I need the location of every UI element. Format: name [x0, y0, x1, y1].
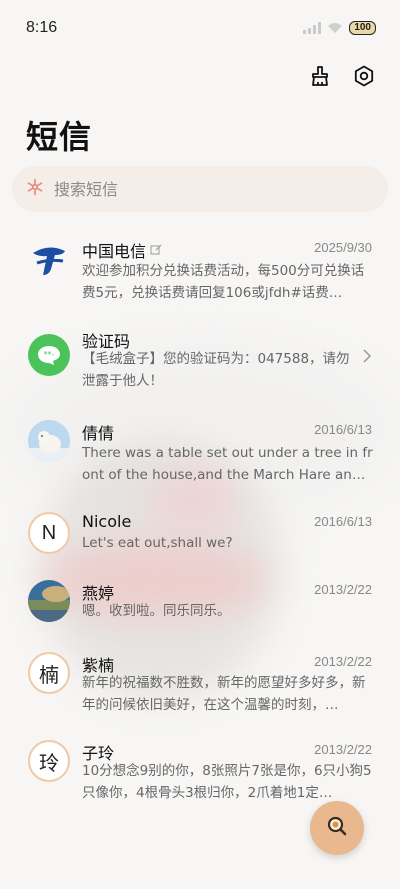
list-item[interactable]: **- 验证码 【毛绒盒子】您的验证码为：047588，请勿泄露于他人！ [0, 322, 400, 410]
status-bar: 8:16 100 [0, 0, 400, 56]
avatar [28, 420, 70, 462]
signal-icon [303, 22, 322, 34]
message-date: 2013/2/22 [314, 654, 372, 669]
svg-text:**-: **- [44, 350, 55, 359]
avatar: 玲 [28, 740, 70, 782]
avatar: N [28, 512, 70, 554]
message-date: 2013/2/22 [314, 582, 372, 597]
status-icons: 100 [303, 19, 376, 38]
brush-icon [308, 64, 332, 92]
message-preview: There was a table set out under a tree i… [82, 445, 373, 483]
floating-action-button[interactable] [310, 801, 364, 855]
search-bar[interactable] [12, 166, 388, 212]
list-item[interactable]: 中国电信 2025/9/30 欢迎参加积分兑换话费活动，每500分可兑换话费5元… [0, 224, 400, 312]
message-preview: 10分想念9别的你，8张照片7张是你，6只小狗5只像你，4根骨头3根归你，2爪着… [82, 763, 372, 801]
avatar [28, 580, 70, 622]
edit-note-icon [150, 241, 162, 260]
message-preview: 欢迎参加积分兑换话费活动，每500分可兑换话费5元，兑换话费请回复106或jfd… [82, 263, 365, 301]
message-preview: Let's eat out,shall we? [82, 535, 233, 551]
wifi-icon [327, 19, 343, 38]
message-date: 2013/2/22 [314, 742, 372, 757]
search-snowflake-icon [26, 178, 44, 200]
chevron-right-icon[interactable] [362, 348, 372, 368]
settings-icon [352, 64, 376, 92]
magnifier-icon [325, 814, 349, 842]
message-preview: 嗯。收到啦。同乐同乐。 [82, 603, 231, 619]
page-title: 短信 [26, 118, 93, 156]
message-date: 2016/6/13 [314, 514, 372, 529]
message-sender: Nicole [82, 512, 132, 531]
message-preview: 新年的祝福数不胜数，新年的愿望好多好多，新年的问候依旧美好，在这个温馨的时刻，… [82, 675, 366, 713]
message-date: 2016/6/13 [314, 422, 372, 437]
search-input[interactable] [54, 179, 334, 199]
avatar: 楠 [28, 652, 70, 694]
list-item[interactable]: 倩倩 2016/6/13 There was a table set out u… [0, 418, 400, 506]
message-sender: 倩倩 [82, 424, 115, 443]
status-time: 8:16 [26, 19, 58, 36]
header-actions [306, 64, 378, 92]
clean-brush-button[interactable] [306, 64, 334, 92]
list-item[interactable]: 楠 紫楠 2013/2/22 新年的祝福数不胜数，新年的愿望好多好多，新年的问候… [0, 652, 400, 740]
settings-button[interactable] [350, 64, 378, 92]
china-telecom-logo-icon [28, 238, 70, 280]
message-sender: 中国电信 [82, 238, 162, 262]
verification-code-icon: **- [28, 334, 70, 376]
message-preview: 【毛绒盒子】您的验证码为：047588，请勿泄露于他人！ [82, 351, 350, 389]
battery-indicator: 100 [349, 21, 376, 35]
message-date: 2025/9/30 [314, 240, 372, 255]
